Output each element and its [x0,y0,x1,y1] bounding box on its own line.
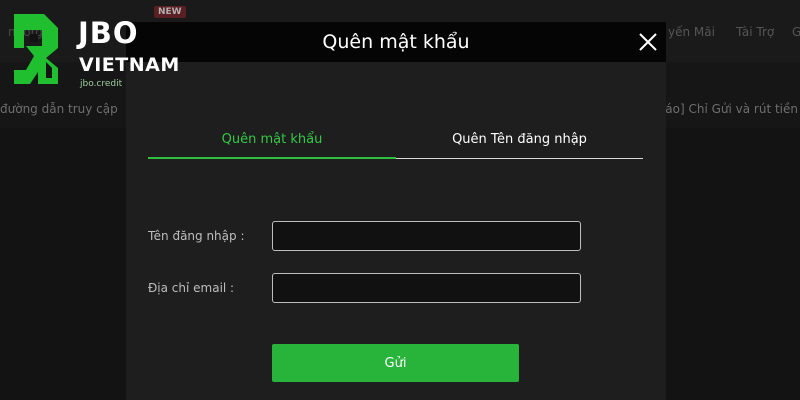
close-icon [639,33,657,51]
tab-forgot-password[interactable]: Quên mật khẩu [148,127,396,159]
logo-subtitle: VIETNAM [79,54,180,76]
ticker-text-right: Báo] Chỉ Gửi và rút tiền [657,102,798,116]
tab-bar: Quên mật khẩu Quên Tên đăng nhập [148,127,643,159]
modal-body: Quên mật khẩu Quên Tên đăng nhập Tên đăn… [126,62,666,400]
username-input[interactable] [272,221,581,251]
nav-item-more[interactable]: G [792,25,800,39]
modal-header: Quên mật khẩu [126,22,666,62]
username-label: Tên đăng nhập : [148,229,245,243]
nav-item-sponsorship[interactable]: Tài Trợ [736,25,774,39]
forgot-password-modal: Quên mật khẩu Quên mật khẩu Quên Tên đăn… [126,22,666,400]
tab-forgot-username[interactable]: Quên Tên đăng nhập [396,127,643,159]
ticker-text-left: đường dẫn truy cập [0,102,118,116]
modal-title: Quên mật khẩu [322,31,470,53]
tab-forgot-password-label: Quên mật khẩu [221,132,323,147]
logo-brand-text: JBO [78,16,139,50]
tab-forgot-username-label: Quên Tên đăng nhập [452,132,587,147]
page: nporg NEW yến Mãi Tài Trợ G đường dẫn tr… [0,0,800,400]
jbo-logo[interactable]: JBO VIETNAM jbo.credit [8,6,179,94]
nav-item-promotions[interactable]: yến Mãi [668,25,715,39]
jbo-logo-mark-icon [14,14,58,84]
email-label: Địa chỉ email : [148,281,235,295]
submit-button[interactable]: Gửi [272,344,519,382]
logo-domain: jbo.credit [80,79,123,89]
close-button[interactable] [636,30,660,54]
email-input[interactable] [272,273,581,303]
